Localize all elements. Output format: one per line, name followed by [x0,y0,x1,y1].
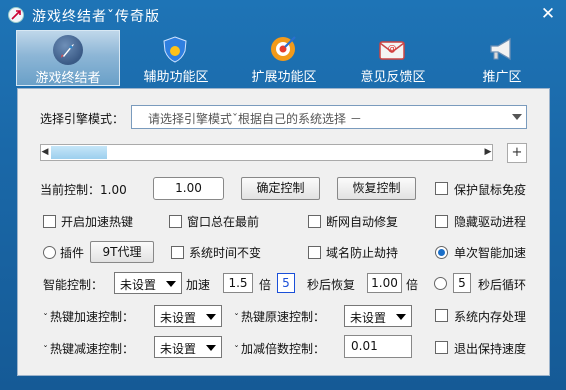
window-top-checkbox[interactable] [169,215,182,228]
net-repair-checkbox[interactable] [308,215,321,228]
tab-label: 游戏终结者 [35,71,101,86]
smart-control-label: 智能控制： [43,278,104,292]
collapse-caret-icon: ˇ [43,345,48,356]
times-label: 倍 [259,278,272,292]
hotkey-restore-select[interactable]: 未设置 [344,305,412,327]
accel-value-input[interactable]: 1.5 [223,273,253,293]
smart-select-value: 未设置 [120,278,157,292]
hotkey-restore-select-value: 未设置 [350,311,387,325]
hotkey-decel-select[interactable]: 未设置 [154,336,222,358]
seconds-input[interactable]: 5 [277,273,295,293]
hotkey-restore-control-label: ˇ 热键原速控制： [234,308,325,325]
engine-label: 选择引擎模式： [40,112,125,126]
exit-keep-label: 退出保持速度 [454,342,527,356]
chevron-down-icon [206,314,216,320]
shield-icon [160,34,190,64]
plus-button[interactable]: + [507,143,527,163]
smart-control-select[interactable]: 未设置 [114,272,182,294]
plugin-radio[interactable] [43,246,56,259]
hide-driver-label: 隐藏驱动进程 [454,215,527,229]
engine-combo-value: 请选择引擎模式ˇ根据自己的系统选择 － [148,112,362,126]
loop-seconds-input[interactable]: 5 [453,273,471,293]
net-repair-label: 断网自动修复 [326,215,399,229]
tab-label: 推广区 [482,70,522,85]
tab-promote[interactable]: 推广区 [450,30,554,86]
hotkey-accel-select-value: 未设置 [160,311,197,325]
hotkey-decel-control-label: ˇ 热键减速控制： [43,340,134,357]
app-logo-icon [8,7,24,23]
hotkey-accel-label: 开启加速热键 [61,215,134,229]
chevron-down-icon [166,281,176,287]
main-panel: 选择引擎模式： 请选择引擎模式ˇ根据自己的系统选择 － ◀ ▶ + 当前控制：1… [17,88,550,376]
rocket-icon [53,35,83,65]
window-title: 游戏终结者ˇ传奇版 [32,9,160,25]
chevron-down-icon [206,345,216,351]
mem-process-label: 系统内存处理 [454,310,527,324]
hide-driver-checkbox[interactable] [435,215,448,228]
protect-mouse-label: 保护鼠标免疫 [454,183,527,197]
hotkey-restore-control-text: 热键原速控制： [241,310,326,324]
multiplier-input[interactable]: 0.01 [344,335,412,358]
hotkey-accel-checkbox[interactable] [43,215,56,228]
domain-protect-checkbox[interactable] [308,246,321,259]
tab-game-terminator[interactable]: 游戏终结者 [16,30,120,86]
domain-protect-label: 域名防止劫持 [326,246,399,260]
hotkey-accel-select[interactable]: 未设置 [154,305,222,327]
restore-control-button[interactable]: 恢复控制 [337,177,416,200]
hotkey-decel-select-value: 未设置 [160,342,197,356]
single-accel-label: 单次智能加速 [454,246,527,260]
tab-extend[interactable]: 扩展功能区 [232,30,336,86]
title-bar: 游戏终结者ˇ传奇版 ✕ [0,0,566,30]
target-icon [268,34,298,64]
engine-mode-combo[interactable]: 请选择引擎模式ˇ根据自己的系统选择 － [131,105,527,129]
tab-label: 意见反馈区 [360,70,426,85]
restore-after-label: 秒后恢复 [307,278,356,292]
slider-fill [51,146,107,159]
restore-value-input[interactable]: 1.00 [367,273,402,293]
collapse-caret-icon: ˇ [43,313,48,324]
confirm-control-button[interactable]: 确定控制 [241,177,320,200]
tab-label: 辅助功能区 [143,70,209,85]
single-accel-radio[interactable] [435,246,448,259]
mem-process-checkbox[interactable] [435,309,448,322]
multiplier-control-text: 加减倍数控制： [241,342,326,356]
hotkey-accel-control-label: ˇ 热键加速控制： [43,308,134,325]
collapse-caret-icon: ˇ [234,313,239,324]
protect-mouse-checkbox[interactable] [435,182,448,195]
app-window: 游戏终结者ˇ传奇版 ✕ 游戏终结者 辅助功能区 扩展功能区 @ 意见反馈区 推广… [0,0,566,390]
close-button[interactable]: ✕ [538,4,558,24]
chevron-down-icon [396,314,406,320]
collapse-caret-icon: ˇ [234,345,239,356]
scroll-right-icon[interactable]: ▶ [484,146,492,159]
multiplier-control-label: ˇ 加减倍数控制： [234,340,325,357]
proxy-button[interactable]: 9T代理 [90,241,154,263]
loop-radio[interactable] [434,277,447,290]
loop-label: 秒后循环 [478,278,527,292]
times-label-2: 倍 [406,278,419,292]
svg-text:@: @ [388,44,397,54]
tab-label: 扩展功能区 [251,70,317,85]
tab-assist[interactable]: 辅助功能区 [124,30,228,86]
megaphone-icon [486,34,516,64]
main-tabs: 游戏终结者 辅助功能区 扩展功能区 @ 意见反馈区 推广区 [14,30,554,86]
mail-icon: @ [377,34,407,64]
time-fixed-label: 系统时间不变 [189,246,262,260]
current-control-label: 当前控制：1.00 [40,183,127,197]
control-value-box[interactable]: 1.00 [153,177,224,200]
time-fixed-checkbox[interactable] [171,246,184,259]
accel-label: 加速 [186,278,211,292]
speed-slider[interactable]: ◀ ▶ [40,144,493,161]
tab-feedback[interactable]: @ 意见反馈区 [341,30,445,86]
chevron-down-icon [512,114,522,120]
hotkey-decel-control-text: 热键减速控制： [50,342,135,356]
scroll-left-icon[interactable]: ◀ [41,146,49,159]
hotkey-accel-control-text: 热键加速控制： [50,310,135,324]
exit-keep-checkbox[interactable] [435,341,448,354]
plugin-label: 插件 [60,246,85,260]
window-top-label: 窗口总在最前 [187,215,260,229]
